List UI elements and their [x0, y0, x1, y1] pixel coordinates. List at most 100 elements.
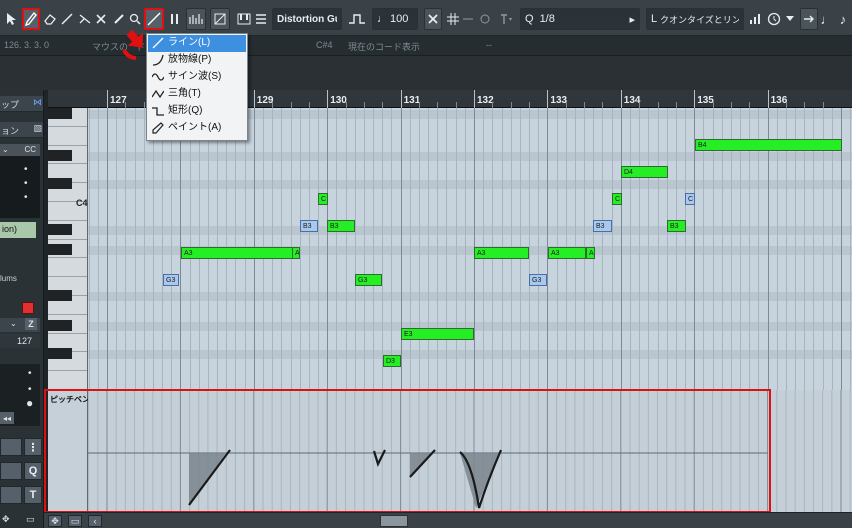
- scroll-thumb[interactable]: [380, 515, 408, 527]
- transpose-inspector-button[interactable]: T: [24, 486, 42, 504]
- black-key[interactable]: [48, 348, 72, 359]
- pitchbend-line[interactable]: [372, 449, 386, 467]
- parameter-row: ⌄ Z: [0, 318, 40, 332]
- note-length-icon[interactable]: [346, 8, 368, 30]
- inspector-tab-a[interactable]: [0, 438, 22, 456]
- snap-icon[interactable]: [210, 8, 230, 30]
- line-tool-icon[interactable]: [60, 8, 74, 30]
- quarter-note-icon[interactable]: ♩: [820, 8, 834, 30]
- value-row[interactable]: 127: [0, 334, 40, 348]
- midi-note[interactable]: D3: [383, 355, 401, 367]
- midi-note[interactable]: C: [318, 193, 328, 205]
- arrow-right-icon[interactable]: [800, 8, 818, 30]
- midi-note[interactable]: C: [685, 193, 695, 205]
- record-icon[interactable]: [22, 302, 34, 314]
- black-key[interactable]: [48, 290, 72, 301]
- z-button[interactable]: Z: [25, 318, 37, 330]
- quantize-off-icon[interactable]: [424, 8, 442, 30]
- cc-label: CC: [24, 145, 36, 154]
- inspector-tab-c[interactable]: [0, 486, 22, 504]
- piano-keyboard[interactable]: [48, 108, 88, 390]
- quantize-selector[interactable]: Q 1/8 ▸: [520, 8, 640, 30]
- midi-note[interactable]: B3: [300, 220, 318, 232]
- midi-note[interactable]: D4: [621, 166, 668, 178]
- chord-mode-selector[interactable]: L クオンタイズとリン: [646, 8, 744, 30]
- black-key[interactable]: [48, 224, 72, 235]
- glue-tool-icon[interactable]: [112, 8, 126, 30]
- black-key[interactable]: [48, 178, 72, 189]
- horizontal-scrollbar[interactable]: ✥ ▭ ‹: [44, 512, 852, 528]
- draw-tool-button[interactable]: [22, 8, 40, 30]
- white-key[interactable]: [48, 258, 87, 278]
- menu-item-paint[interactable]: ペイント(A): [148, 120, 246, 137]
- controller-lane-header[interactable]: ピッチベンド: [48, 390, 98, 512]
- pause-icon[interactable]: [168, 8, 182, 30]
- menu-item-parabola[interactable]: 放物線(P): [148, 52, 246, 69]
- sound-name: Distortion Gu: [277, 13, 337, 25]
- grid-icon[interactable]: [446, 8, 460, 30]
- mute-tool-icon[interactable]: [95, 8, 107, 30]
- line-draw-mode-button[interactable]: [144, 8, 164, 30]
- square-wave-icon: [152, 107, 164, 116]
- clock-icon[interactable]: [766, 8, 782, 30]
- white-key[interactable]: [48, 371, 87, 390]
- inspector-tab-b[interactable]: [0, 462, 22, 480]
- black-key[interactable]: [48, 108, 72, 119]
- eighth-note-icon[interactable]: ♪: [836, 8, 850, 30]
- midi-note[interactable]: A: [292, 247, 300, 259]
- black-key-lane: [88, 180, 852, 189]
- quantize-inspector-button[interactable]: Q: [24, 462, 42, 480]
- bar-grid-line: [400, 108, 402, 390]
- velocity-field[interactable]: ♩ 100: [372, 8, 418, 30]
- beat-grid-line: [308, 108, 310, 390]
- list-add-button[interactable]: ⋮: [24, 438, 42, 456]
- midi-note[interactable]: A3: [474, 247, 529, 259]
- midi-note[interactable]: B3: [327, 220, 355, 232]
- erase-tool-icon[interactable]: [42, 8, 58, 30]
- menu-item-sine[interactable]: サイン波(S): [148, 69, 246, 86]
- midi-note[interactable]: A3: [548, 247, 586, 259]
- midi-note[interactable]: G3: [529, 274, 547, 286]
- midi-note[interactable]: B4: [695, 139, 842, 151]
- sound-selector[interactable]: Distortion Gu: [272, 8, 342, 30]
- menu-item-label: 矩形(Q): [168, 105, 203, 116]
- select-tool-icon[interactable]: [4, 8, 18, 30]
- black-key[interactable]: [48, 320, 72, 331]
- zoom-tool-icon[interactable]: [128, 8, 142, 30]
- key-editor-window: Distortion Gu ♩ 100 Q 1/8 ▸ L クオンタイズとリン …: [0, 0, 852, 528]
- scroll-left-icon[interactable]: ‹: [88, 515, 102, 527]
- lane-add-icon[interactable]: ▭: [68, 515, 82, 527]
- black-key-lane: [88, 226, 852, 235]
- length-quantize-icon[interactable]: [496, 8, 516, 30]
- folder-icon[interactable]: ▭: [26, 514, 35, 525]
- beat-grid-line: [373, 108, 375, 390]
- midi-note[interactable]: G3: [163, 274, 179, 286]
- inspector-section[interactable]: ョン ▧: [0, 122, 43, 138]
- black-key[interactable]: [48, 150, 72, 161]
- midi-note[interactable]: G3: [355, 274, 382, 286]
- level-bars-icon[interactable]: [748, 8, 764, 30]
- ruler-bar-line: [107, 90, 108, 108]
- midi-note[interactable]: A: [586, 247, 595, 259]
- midi-note[interactable]: E3: [401, 328, 474, 340]
- midi-note[interactable]: C: [612, 193, 622, 205]
- menu-item-line[interactable]: ライン(L): [148, 35, 246, 52]
- pitchbend-lane[interactable]: [88, 390, 852, 512]
- rewind-button[interactable]: ◂◂: [0, 412, 14, 424]
- midi-note[interactable]: B3: [667, 220, 686, 232]
- black-key[interactable]: [48, 244, 72, 255]
- inspector-tab[interactable]: ップ ⋈: [0, 96, 43, 112]
- menu-item-triangle[interactable]: 三角(T): [148, 86, 246, 103]
- add-icon[interactable]: ✥: [2, 514, 10, 525]
- menu-item-square[interactable]: 矩形(Q): [148, 103, 246, 120]
- note-grid[interactable]: A3 A G3 B3 C B3 G3 E3 D3 A3 G3 A3 A B3 C D4 B3 C B4: [88, 108, 852, 390]
- selected-track-row[interactable]: ion): [0, 222, 36, 238]
- dropdown-arrow-icon[interactable]: [784, 8, 796, 30]
- white-key[interactable]: [48, 127, 87, 146]
- step-input-icon[interactable]: [186, 8, 206, 30]
- zoom-add-icon[interactable]: ✥: [48, 515, 62, 527]
- midi-note[interactable]: A3: [181, 247, 300, 259]
- midi-note[interactable]: B3: [593, 220, 612, 232]
- beat-grid-line: [850, 108, 852, 390]
- split-tool-icon[interactable]: [77, 8, 93, 30]
